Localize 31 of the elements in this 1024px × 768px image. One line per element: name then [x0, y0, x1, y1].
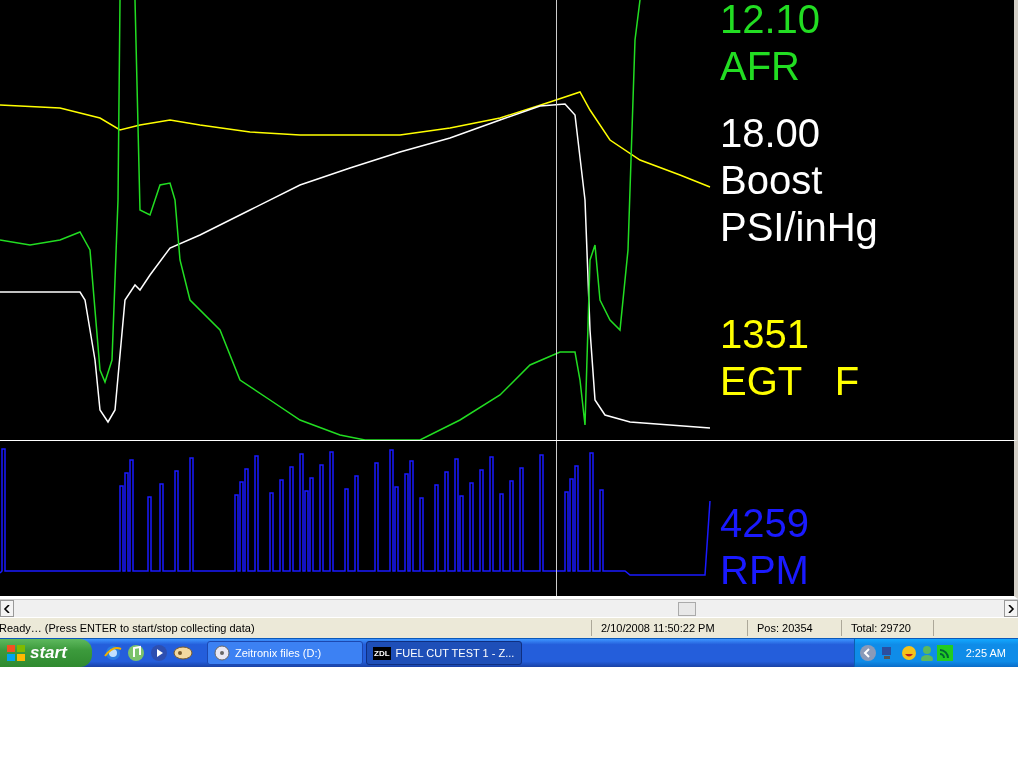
caret-left-icon	[3, 604, 11, 613]
taskbar-button[interactable]: ZDL FUEL CUT TEST 1 - Z...	[366, 641, 522, 665]
caret-right-icon	[1007, 604, 1015, 613]
reading-label: EGT F	[720, 358, 861, 405]
reading-value: 18.00	[720, 110, 822, 157]
reading-value: 12.10	[720, 0, 822, 43]
scroll-left-button[interactable]	[0, 600, 14, 617]
status-position: Pos: 20354	[747, 620, 841, 636]
smiley-icon[interactable]	[900, 645, 917, 661]
feed-icon[interactable]	[936, 645, 953, 661]
start-button[interactable]: start	[0, 639, 92, 667]
scroll-right-button[interactable]	[1004, 600, 1018, 617]
reading-value: 4259	[720, 500, 809, 547]
reading-label: RPM	[720, 547, 809, 594]
taskbar-button[interactable]: Zeitronix files (D:)	[207, 641, 363, 665]
reading-label: Boost	[720, 157, 824, 204]
disc-icon	[214, 645, 230, 661]
status-total: Total: 29720	[841, 620, 933, 636]
app-icon: ZDL	[373, 646, 391, 660]
status-message: Ready… (Press ENTER to start/stop collecting data)	[0, 622, 256, 634]
horizontal-scrollbar[interactable]	[0, 599, 1018, 617]
scroll-thumb[interactable]	[678, 602, 696, 616]
windows-flag-icon	[6, 644, 26, 662]
status-timestamp: 2/10/2008 11:50:22 PM	[591, 620, 747, 636]
reading-label: PSI/inHg	[720, 204, 878, 251]
browser-icon[interactable]	[104, 644, 122, 662]
chevron-icon[interactable]	[858, 644, 877, 662]
clock: 2:25 AM	[965, 647, 1006, 659]
reading-label: AFR	[720, 43, 801, 90]
play-icon[interactable]	[150, 644, 168, 662]
reading-value: 1351	[720, 311, 810, 358]
